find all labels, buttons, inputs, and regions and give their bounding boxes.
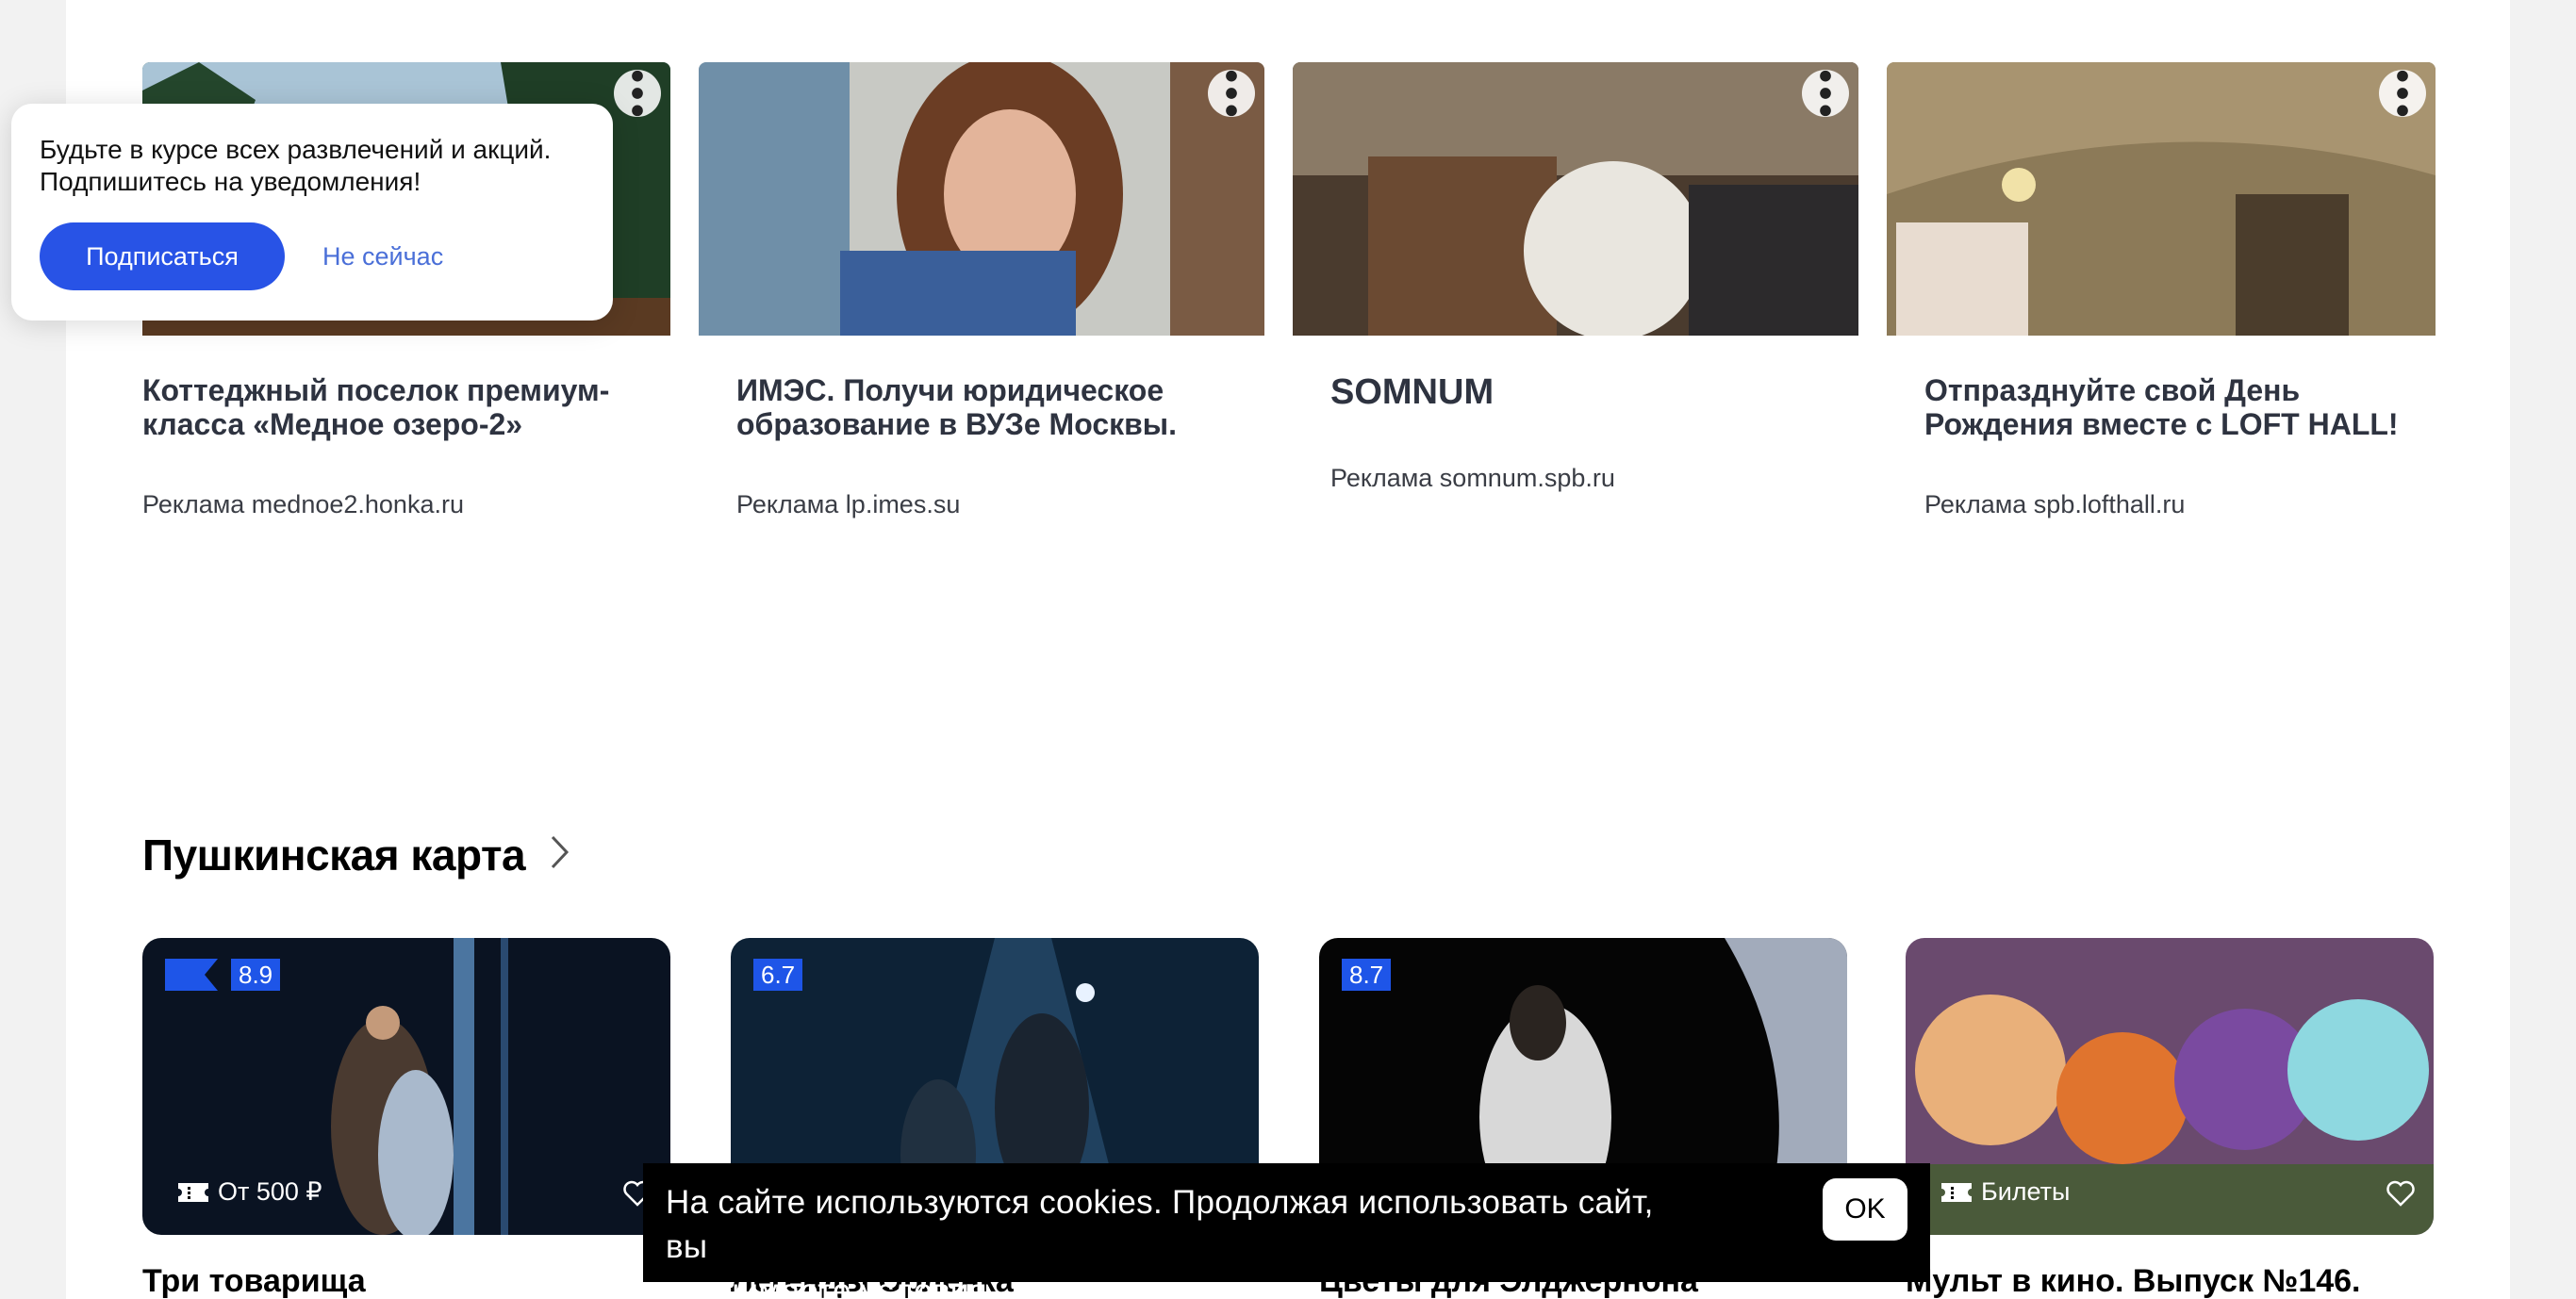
more-vertical-icon xyxy=(1226,70,1237,117)
ad-more-button[interactable] xyxy=(614,70,661,117)
ad-more-button[interactable] xyxy=(2379,70,2426,117)
section-title-text: Пушкинская карта xyxy=(142,830,526,880)
cookie-text-line: принимаете xyxy=(666,1273,861,1299)
subscribe-button[interactable]: Подписаться xyxy=(40,222,285,290)
more-vertical-icon xyxy=(1820,70,1831,117)
ad-title[interactable]: SOMNUM xyxy=(1330,374,1494,410)
popup-line: Будьте в курсе всех развлечений и акций. xyxy=(40,135,552,164)
event-card[interactable]: Билеты xyxy=(1906,938,2434,1235)
more-vertical-icon xyxy=(632,70,643,117)
kinopoisk-flag-icon xyxy=(165,959,218,991)
ad-title[interactable]: Коттеджный поселок премиум-класса «Медно… xyxy=(142,373,609,441)
rating-badge: 6.7 xyxy=(753,959,803,991)
rating-badge: 8.9 xyxy=(231,959,281,991)
ad-source[interactable]: Реклама mednoe2.honka.ru xyxy=(142,490,464,519)
price-label: Билеты xyxy=(1941,1177,2070,1207)
ad-source[interactable]: Реклама lp.imes.su xyxy=(736,490,960,519)
more-vertical-icon xyxy=(2397,70,2408,117)
ad-more-button[interactable] xyxy=(1208,70,1255,117)
section-title[interactable]: Пушкинская карта xyxy=(142,830,570,880)
chevron-right-icon[interactable] xyxy=(550,830,570,880)
price-text: Билеты xyxy=(1981,1177,2071,1206)
ad-more-button[interactable] xyxy=(1802,70,1849,117)
ad-source[interactable]: Реклама somnum.spb.ru xyxy=(1330,464,1615,493)
ad-source[interactable]: Реклама spb.lofthall.ru xyxy=(1924,490,2185,519)
ad-title[interactable]: ИМЭС. Получи юридическое образование в ВУ… xyxy=(736,373,1177,441)
subscribe-popup: Будьте в курсе всех развлечений и акций.… xyxy=(11,104,613,321)
ad-image[interactable] xyxy=(1887,62,2436,336)
cookie-text: На сайте используются cookies. Продолжая… xyxy=(666,1180,1703,1299)
ticket-icon xyxy=(178,1182,208,1202)
cookie-text-line: На сайте используются cookies. Продолжая… xyxy=(666,1184,1654,1265)
event-card[interactable]: 8.9 От 500 ₽ xyxy=(142,938,670,1235)
ad-title[interactable]: Отпразднуйте свой День Рождения вместе с … xyxy=(1924,373,2399,441)
heart-icon[interactable] xyxy=(2386,1180,2415,1207)
terms-link[interactable]: условия xyxy=(861,1273,987,1299)
ad-image[interactable] xyxy=(1293,62,1858,336)
popup-text: Будьте в курсе всех развлечений и акций.… xyxy=(40,134,605,198)
cookie-ok-button[interactable]: OK xyxy=(1823,1178,1907,1241)
cookie-banner: На сайте используются cookies. Продолжая… xyxy=(643,1163,1930,1299)
rating-badge: 8.7 xyxy=(1342,959,1392,991)
event-title[interactable]: Мульт в кино. Выпуск №146. xyxy=(1906,1263,2361,1299)
price-text: От 500 ₽ xyxy=(218,1177,322,1206)
price-label: От 500 ₽ xyxy=(178,1177,322,1207)
popup-line: Подпишитесь на уведомления! xyxy=(40,167,421,196)
ticket-icon xyxy=(1941,1182,1972,1202)
ad-image[interactable] xyxy=(699,62,1264,336)
event-title[interactable]: Три товарища xyxy=(142,1263,366,1299)
not-now-button[interactable]: Не сейчас xyxy=(322,222,443,290)
